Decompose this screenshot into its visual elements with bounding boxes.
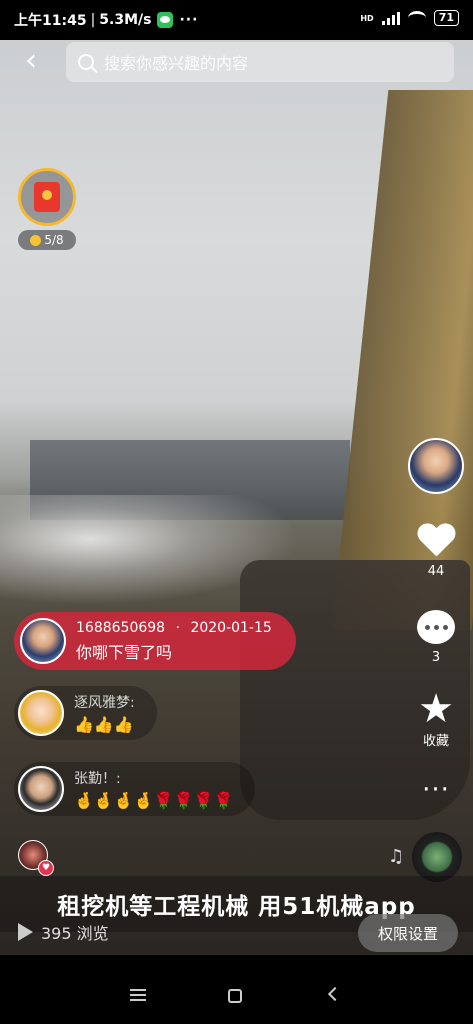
- comment-body: 1688650698 · 2020-01-15 你哪下雪了吗: [76, 620, 272, 663]
- play-icon: [18, 923, 33, 941]
- comment-body: 张勤！: 🤞🤞🤞🤞🌹🌹🌹🌹: [74, 768, 233, 810]
- system-nav-bar: [0, 955, 473, 1024]
- comment-user: 张勤！:: [74, 771, 121, 787]
- search-input[interactable]: 搜索你感兴趣的内容: [66, 42, 454, 82]
- comment-date: 2020-01-15: [190, 619, 272, 636]
- search-icon: [78, 54, 94, 70]
- comment-item[interactable]: 张勤！: 🤞🤞🤞🤞🌹🌹🌹🌹: [14, 762, 256, 816]
- comment-user: 逐风雅梦:: [74, 695, 135, 711]
- star-icon: ★: [418, 686, 454, 732]
- comment-text: 你哪下雪了吗: [76, 642, 173, 662]
- avatar[interactable]: [18, 690, 64, 736]
- status-time: 上午11:45: [14, 13, 87, 29]
- comment-meta: 1688650698 · 2020-01-15: [76, 620, 272, 636]
- comment-body: 逐风雅梦: 👍👍👍: [74, 692, 135, 734]
- status-divider: |: [90, 12, 96, 28]
- music-note-icon: ♫: [388, 846, 405, 867]
- network-type: HD: [360, 13, 374, 23]
- comment-text: 🤞🤞🤞🤞🌹🌹🌹🌹: [74, 791, 234, 810]
- comment-user: 1688650698: [76, 619, 166, 636]
- caption-text: 租挖机等工程机械 用51机械app: [57, 894, 416, 920]
- author-avatar[interactable]: [408, 438, 464, 494]
- signal-icon: [381, 11, 400, 25]
- status-bar: 上午11:45 | 5.3M/s ··· HD 71: [0, 0, 473, 40]
- view-count: 395 浏览: [18, 920, 109, 944]
- permission-settings-label: 权限设置: [377, 924, 438, 943]
- back-button[interactable]: ‹: [14, 46, 48, 80]
- heart-icon: [417, 524, 455, 558]
- music-disc[interactable]: [412, 832, 462, 882]
- red-packet-icon: [34, 182, 60, 212]
- status-right: HD 71: [360, 10, 459, 26]
- like-button[interactable]: 44: [408, 524, 464, 579]
- comment-count: 3: [431, 650, 441, 665]
- permission-settings-button[interactable]: 权限设置: [358, 914, 458, 952]
- favorite-button[interactable]: ★ 收藏: [408, 686, 464, 749]
- battery-icon: 71: [433, 10, 459, 26]
- back-arrow-icon: ‹: [25, 43, 37, 78]
- view-count-text: 395 浏览: [41, 924, 109, 943]
- wifi-icon: [407, 11, 426, 25]
- comment-item-highlight[interactable]: 1688650698 · 2020-01-15 你哪下雪了吗: [14, 612, 296, 670]
- system-back-button[interactable]: [327, 986, 343, 1002]
- favorite-label: 收藏: [422, 734, 449, 749]
- comment-item[interactable]: 逐风雅梦: 👍👍👍: [14, 686, 157, 740]
- comment-icon: [417, 610, 455, 644]
- like-count: 44: [427, 564, 445, 579]
- recent-apps-button[interactable]: [130, 989, 146, 1001]
- reward-progress-text: 5/8: [44, 233, 64, 247]
- search-placeholder: 搜索你感兴趣的内容: [104, 54, 249, 73]
- avatar[interactable]: [20, 618, 66, 664]
- coin-icon: [30, 234, 42, 246]
- home-button[interactable]: [228, 989, 242, 1003]
- small-heart-icon: ♥: [38, 860, 54, 876]
- comment-separator: ·: [175, 619, 180, 636]
- reward-progress: 5/8: [18, 230, 76, 250]
- more-icon: ···: [422, 775, 450, 805]
- avatar[interactable]: [18, 766, 64, 812]
- red-packet-button[interactable]: [18, 168, 76, 226]
- wechat-icon: [157, 12, 174, 28]
- status-more: ···: [179, 12, 199, 28]
- status-speed: 5.3M/s: [99, 12, 152, 28]
- more-button[interactable]: ···: [408, 775, 464, 805]
- comment-text: 👍👍👍: [74, 715, 134, 734]
- comment-button[interactable]: 3: [408, 610, 464, 665]
